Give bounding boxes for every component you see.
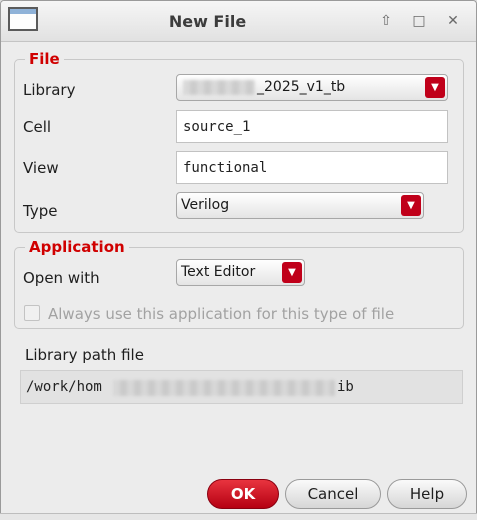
- file-group-title: File: [25, 50, 64, 68]
- type-value: Verilog: [181, 197, 230, 213]
- library-path-value-start: /work/hom: [26, 379, 102, 395]
- always-use-label: Always use this application for this typ…: [48, 305, 395, 323]
- cancel-button[interactable]: Cancel: [285, 479, 381, 509]
- up-arrow-icon[interactable]: ⇧: [376, 11, 396, 31]
- always-use-checkbox[interactable]: [24, 305, 40, 321]
- help-button[interactable]: Help: [387, 479, 467, 509]
- type-combo[interactable]: Verilog ▼: [176, 192, 424, 219]
- cell-label: Cell: [23, 118, 52, 136]
- chevron-down-icon[interactable]: ▼: [401, 195, 421, 216]
- ok-button-label: OK: [230, 485, 256, 503]
- new-file-dialog: New File ⇧ □ ✕ File Library _2025_v1_tb …: [0, 0, 477, 515]
- library-label: Library: [23, 81, 76, 99]
- maximize-icon[interactable]: □: [409, 11, 429, 31]
- view-label: View: [23, 159, 59, 177]
- library-value: _2025_v1_tb: [257, 79, 346, 95]
- view-input[interactable]: [177, 152, 447, 183]
- redacted-blur: [183, 80, 255, 95]
- ok-button[interactable]: OK: [207, 479, 279, 509]
- close-icon[interactable]: ✕: [443, 11, 463, 31]
- cancel-button-label: Cancel: [307, 485, 359, 503]
- help-button-label: Help: [409, 485, 445, 503]
- open-with-combo[interactable]: Text Editor ▼: [176, 259, 305, 286]
- library-combo[interactable]: _2025_v1_tb ▼: [176, 74, 448, 101]
- application-group-title: Application: [25, 238, 129, 256]
- type-label: Type: [23, 202, 58, 220]
- cell-field[interactable]: [176, 110, 448, 143]
- chevron-down-icon[interactable]: ▼: [425, 77, 445, 98]
- cell-input[interactable]: [177, 111, 447, 142]
- redacted-blur: [113, 380, 335, 396]
- dialog-title: New File: [168, 12, 247, 31]
- library-path-field[interactable]: /work/hom ib: [20, 370, 463, 404]
- open-with-label: Open with: [23, 269, 100, 287]
- chevron-down-icon[interactable]: ▼: [282, 262, 302, 283]
- library-path-label: Library path file: [25, 346, 144, 364]
- open-with-value: Text Editor: [181, 264, 256, 280]
- view-field[interactable]: [176, 151, 448, 184]
- title-bar[interactable]: New File ⇧ □ ✕: [1, 1, 476, 42]
- library-path-value-end: ib: [337, 379, 354, 395]
